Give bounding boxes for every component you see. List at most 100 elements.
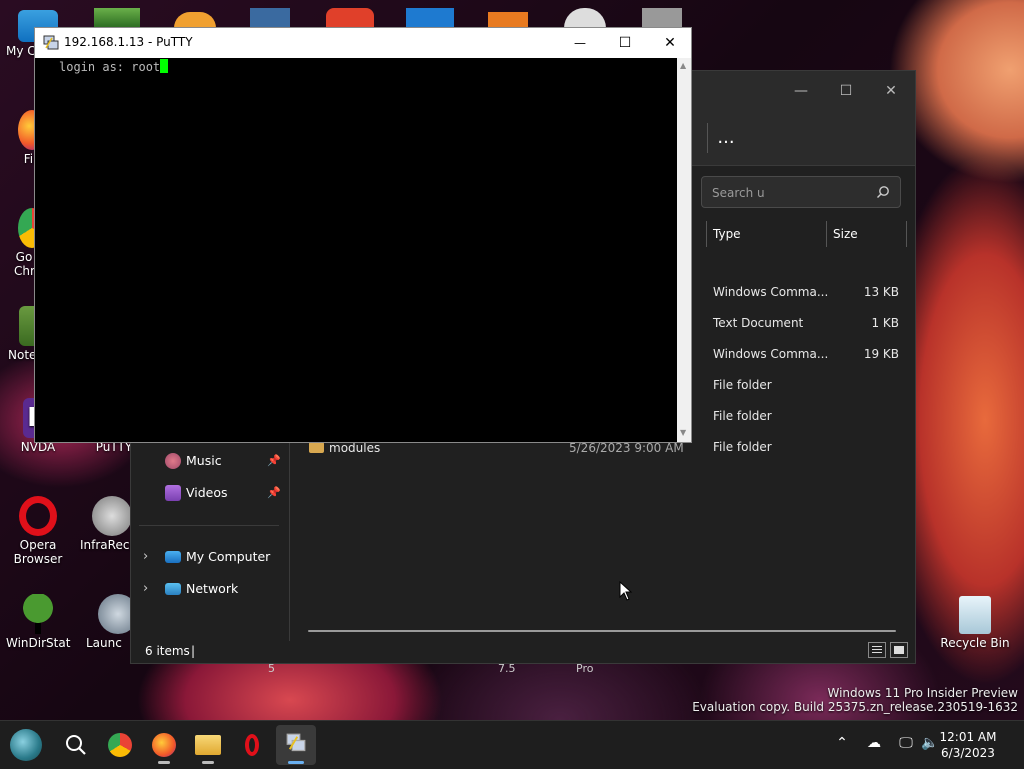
file-size: 1 KB: [871, 316, 899, 330]
terminal-area[interactable]: login as: root: [35, 58, 677, 442]
close-button[interactable]: ✕: [876, 79, 906, 103]
search-box[interactable]: [701, 176, 901, 208]
desktop-icon-opera[interactable]: Opera Browser: [6, 496, 70, 566]
desktop-icon-top-2[interactable]: [174, 12, 216, 28]
file-type: Windows Comma...: [713, 285, 829, 299]
opera-icon: [19, 496, 57, 536]
folder-icon: [195, 735, 221, 755]
monitor-icon: [165, 551, 181, 563]
file-type: File folder: [713, 440, 772, 454]
minimize-button[interactable]: —: [786, 79, 816, 103]
network-icon: [165, 583, 181, 595]
infrarecorder-icon: [92, 496, 132, 536]
cloud-offline-icon[interactable]: ☁: [864, 735, 884, 755]
vertical-scrollbar[interactable]: ▲ ▼: [677, 58, 691, 442]
desktop-icon-top-3[interactable]: [250, 8, 290, 28]
more-options-button[interactable]: ...: [711, 123, 741, 153]
status-divider: |: [191, 644, 196, 658]
putty-icon: [43, 35, 59, 50]
file-row[interactable]: Windows Comma... 13 KB: [701, 285, 901, 307]
firefox-icon: [152, 733, 176, 757]
desktop-icon-top-4[interactable]: [326, 8, 374, 28]
taskbar-putty[interactable]: [276, 725, 316, 765]
clock-time: 12:01 AM: [939, 730, 997, 744]
close-button[interactable]: ✕: [647, 28, 693, 58]
search-icon: [877, 186, 889, 198]
terminal-line: login as: root: [59, 59, 169, 75]
music-icon: [165, 453, 181, 469]
nav-item-label: Music: [186, 453, 222, 468]
desktop-icon-recycle-bin[interactable]: Recycle Bin: [940, 596, 1010, 650]
running-indicator: [202, 761, 214, 764]
column-header-type[interactable]: Type: [707, 221, 827, 247]
nav-item-my-computer[interactable]: › My Computer: [131, 545, 289, 569]
maximize-button[interactable]: ☐: [602, 28, 648, 58]
file-row[interactable]: File folder: [701, 440, 901, 462]
putty-window[interactable]: 192.168.1.13 - PuTTY — ☐ ✕ login as: roo…: [34, 27, 692, 443]
pin-icon[interactable]: 📌: [267, 449, 281, 473]
recycle-bin-icon: [959, 596, 991, 634]
details-view-icon[interactable]: [868, 642, 886, 658]
terminal-cursor: [160, 59, 169, 73]
file-row[interactable]: Windows Comma... 19 KB: [701, 347, 901, 369]
scroll-up-icon[interactable]: ▲: [680, 61, 686, 70]
desktop-icon-top-8[interactable]: [642, 8, 682, 28]
folder-icon: [309, 442, 324, 453]
watermark-line: Evaluation copy. Build 25375.zn_release.…: [692, 700, 1018, 714]
active-indicator: [288, 761, 304, 764]
windows-watermark: Windows 11 Pro Insider Preview Evaluatio…: [692, 686, 1018, 714]
mouse-pointer-icon: [619, 581, 633, 601]
desktop-icon-label: WinDirStat: [6, 636, 71, 650]
desktop-icon-top-6[interactable]: [488, 12, 528, 28]
pin-icon[interactable]: 📌: [267, 481, 281, 505]
nav-item-label: My Computer: [186, 549, 271, 564]
desktop-icon-top-7[interactable]: [564, 8, 606, 28]
file-row[interactable]: File folder: [701, 409, 901, 431]
nav-item-videos[interactable]: Videos 📌: [131, 481, 289, 505]
file-size: 19 KB: [863, 347, 899, 361]
file-type: Text Document: [713, 316, 804, 330]
minimize-button[interactable]: —: [557, 28, 603, 58]
chevron-right-icon[interactable]: ›: [143, 577, 148, 601]
search-button[interactable]: [60, 729, 92, 761]
item-count: 6 items: [145, 644, 190, 658]
desktop-icon-top-1[interactable]: [94, 8, 140, 28]
nav-divider: [139, 525, 279, 526]
network-icon[interactable]: 🖵: [896, 735, 916, 755]
videos-icon: [165, 485, 181, 501]
taskbar-firefox[interactable]: [148, 729, 180, 764]
maximize-button[interactable]: ☐: [831, 79, 861, 103]
nav-item-label: Network: [186, 581, 239, 596]
watermark-line: Windows 11 Pro Insider Preview: [827, 686, 1018, 700]
search-input[interactable]: [710, 183, 874, 203]
taskbar-chrome[interactable]: [104, 729, 136, 761]
column-header-size[interactable]: Size: [827, 221, 907, 247]
globe-icon: [10, 729, 42, 761]
desktop-icon-windirstat[interactable]: WinDirStat: [6, 594, 70, 650]
nav-item-network[interactable]: › Network: [131, 577, 289, 601]
tiles-view-icon[interactable]: [890, 642, 908, 658]
file-row[interactable]: Text Document 1 KB: [701, 316, 901, 338]
putty-icon: [286, 733, 306, 752]
putty-title: 192.168.1.13 - PuTTY: [64, 35, 193, 49]
running-indicator: [158, 761, 170, 764]
scroll-down-icon[interactable]: ▼: [680, 428, 686, 437]
putty-title-bar[interactable]: 192.168.1.13 - PuTTY — ☐ ✕: [35, 28, 691, 58]
tree-icon: [18, 594, 58, 634]
opera-icon: [245, 734, 259, 756]
chevron-right-icon[interactable]: ›: [143, 545, 148, 569]
taskbar-file-explorer[interactable]: [192, 729, 224, 764]
clock[interactable]: 12:01 AM 6/3/2023: [928, 729, 1008, 761]
horizontal-scrollbar[interactable]: [308, 630, 896, 632]
chevron-up-icon[interactable]: ⌃: [832, 735, 852, 755]
desktop-icon-top-vscode[interactable]: [406, 8, 454, 28]
search-icon: [66, 735, 86, 755]
start-button[interactable]: [10, 729, 42, 761]
taskbar: ⌃ ☁ 🖵 🔈 12:01 AM 6/3/2023: [0, 720, 1024, 769]
terminal-text: login as: root: [59, 60, 161, 74]
file-row[interactable]: File folder: [701, 378, 901, 400]
nav-item-label: Videos: [186, 485, 228, 500]
file-type: File folder: [713, 409, 772, 423]
taskbar-opera[interactable]: [236, 729, 268, 761]
nav-item-music[interactable]: Music 📌: [131, 449, 289, 473]
